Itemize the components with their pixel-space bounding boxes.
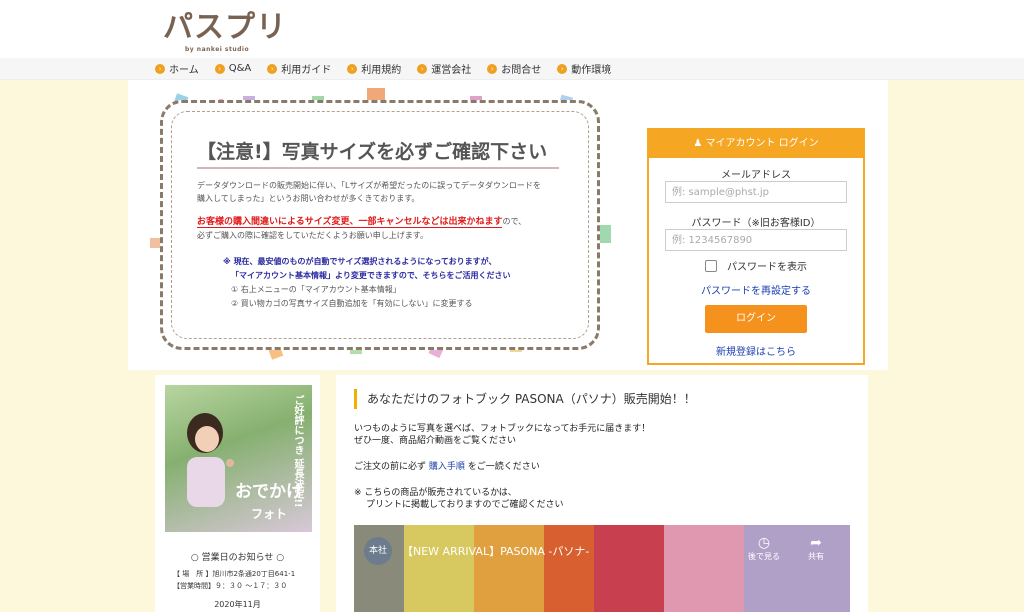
main-navigation: › ホーム › Q&A › 利用ガイド › 利用規約 › 運営会社 › お問合せ › 動作環境 <box>0 58 1024 80</box>
product-video[interactable]: 本社 【NEW ARRIVAL】PASONA -パソナ- ◷ 後で見る ➦ 共有 <box>354 525 850 612</box>
main-content: あなただけのフォトブック PASONA（パソナ）販売開始！！ いつものように写真… <box>336 375 868 612</box>
article-text-2: ぜひ一度、商品紹介動画をご覧ください <box>354 436 517 446</box>
email-label: メールアドレス <box>721 170 791 181</box>
nav-item-environment[interactable]: › 動作環境 <box>557 61 611 76</box>
girl-photo-icon <box>187 413 234 507</box>
photo-caption-outing: おでかけ <box>235 482 303 502</box>
password-field[interactable] <box>665 229 847 251</box>
arrow-right-icon: › <box>417 63 428 74</box>
video-thumbnail-stripe <box>664 525 744 612</box>
login-panel: ♟ マイアカウント ログイン メールアドレス パスワード（※旧お客様ID） パス… <box>647 128 865 365</box>
business-days-heading: ○ 営業日のお知らせ ○ <box>190 553 285 563</box>
arrow-right-icon: › <box>347 63 358 74</box>
notice-title: 【注意!】写真サイズを必ずご確認下さい <box>197 141 548 163</box>
nav-item-company[interactable]: › 運営会社 <box>417 61 471 76</box>
logo-subtitle: by nankei studio <box>185 46 250 53</box>
password-label: パスワード（※旧お客様ID） <box>691 218 821 229</box>
channel-avatar[interactable]: 本社 <box>364 537 392 565</box>
notice-line-7: ① 右上メニューの「マイアカウント基本情報」 <box>231 285 401 294</box>
sidebar: ご好評につき 延長決定!! おでかけ フォト ○ 営業日のお知らせ ○ 【 場 … <box>155 375 320 612</box>
notice-divider <box>197 167 559 169</box>
nav-item-qa[interactable]: › Q&A <box>214 61 251 76</box>
site-header: パスプリ by nankei studio <box>0 0 1024 58</box>
nav-item-guide[interactable]: › 利用ガイド <box>267 61 331 76</box>
share-button[interactable]: ➦ 共有 <box>796 535 836 562</box>
outing-photo-banner[interactable]: ご好評につき 延長決定!! おでかけ フォト <box>165 385 312 532</box>
video-thumbnail-stripe <box>594 525 664 612</box>
show-password-label: パスワードを表示 <box>727 262 807 273</box>
notice-line-8: ② 買い物カゴの写真サイズ自動追加を「有効にしない」に変更する <box>231 299 473 308</box>
nav-item-contact[interactable]: › お問合せ <box>487 61 541 76</box>
logo-text: パスプリ <box>163 10 287 45</box>
user-icon: ♟ <box>693 138 706 149</box>
video-thumbnail-stripe <box>404 525 474 612</box>
notice-line-5: ※ 現在、最安値のものが自動でサイズ選択されるようになっておりますが、 <box>223 257 497 266</box>
article-text-5: プリントに掲載しておりますのでご確認ください <box>366 500 564 510</box>
site-logo[interactable]: パスプリ by nankei studio <box>163 10 287 54</box>
arrow-right-icon: › <box>557 63 568 74</box>
notice-banner: 【注意!】写真サイズを必ずご確認下さい データダウンロードの販売開始に伴い、「L… <box>160 100 600 350</box>
show-password-checkbox[interactable] <box>705 259 717 272</box>
purchase-procedure-link[interactable]: 購入手順 <box>429 462 465 472</box>
login-button[interactable]: ログイン <box>705 305 807 333</box>
article-text-3: ご注文の前に必ず 購入手順 をご一読ください <box>354 462 540 472</box>
hours-info: 【営業時間】９：３０ ～１７：３０ <box>173 582 288 590</box>
nav-item-terms[interactable]: › 利用規約 <box>347 61 401 76</box>
watch-later-button[interactable]: ◷ 後で見る <box>744 535 784 562</box>
notice-line-3: お客様の購入間違いによるサイズ変更、一部キャンセルなどは出来かねますので、 <box>197 217 527 228</box>
email-field[interactable] <box>665 181 847 203</box>
arrow-right-icon: › <box>267 63 278 74</box>
video-title[interactable]: 【NEW ARRIVAL】PASONA -パソナ- <box>402 543 589 559</box>
share-icon: ➦ <box>810 535 822 551</box>
notice-line-2: 購入してしまった」というお問い合わせが多くきております。 <box>197 194 420 203</box>
register-link[interactable]: 新規登録はこちら <box>649 343 863 358</box>
photo-caption-photo: フォト <box>251 507 288 521</box>
clock-icon: ◷ <box>757 535 771 551</box>
arrow-right-icon: › <box>214 63 225 74</box>
video-thumbnail-stripe <box>544 525 594 612</box>
notice-warning: お客様の購入間違いによるサイズ変更、一部キャンセルなどは出来かねます <box>197 217 503 228</box>
reset-password-link[interactable]: パスワードを再設定する <box>649 282 863 297</box>
location-info: 【 場 所 】旭川市2条通20丁目641-1 <box>173 570 296 578</box>
show-password-toggle[interactable]: パスワードを表示 <box>705 258 807 273</box>
login-header: ♟ マイアカウント ログイン <box>649 130 863 158</box>
article-title: あなただけのフォトブック PASONA（パソナ）販売開始！！ <box>354 389 696 409</box>
arrow-right-icon: › <box>155 63 165 74</box>
calendar-month: 2020年11月 <box>214 600 261 609</box>
notice-line-4: 必ずご購入の際に確認をしていただくようお願い申し上げます。 <box>197 231 428 240</box>
nav-item-home[interactable]: › ホーム <box>155 61 199 76</box>
arrow-right-icon: › <box>487 63 498 74</box>
notice-line-6: 「マイアカウント基本情報」より変更できますので、そちらをご活用ください <box>231 271 511 280</box>
notice-line-1: データダウンロードの販売開始に伴い、「Lサイズが希望だったのに誤ってデータダウン… <box>197 181 541 190</box>
video-thumbnail-stripe <box>474 525 544 612</box>
